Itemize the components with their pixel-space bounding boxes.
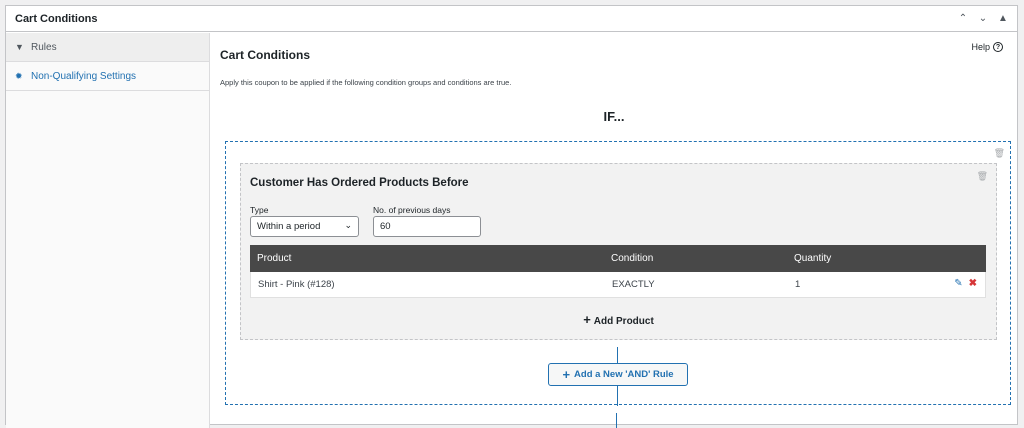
days-label: No. of previous days: [373, 205, 451, 215]
previous-days-input[interactable]: 60: [373, 216, 481, 237]
chevron-down-icon: ⌄: [344, 220, 352, 230]
panel-title: Cart Conditions: [15, 12, 98, 25]
help-label: Help: [971, 42, 990, 52]
delete-condition-trash-icon[interactable]: 🗑: [977, 171, 988, 182]
add-and-rule-button[interactable]: + Add a New 'AND' Rule: [548, 363, 688, 386]
type-label: Type: [250, 205, 269, 215]
sidebar-item-rules[interactable]: ▼ Rules: [6, 33, 209, 62]
help-link[interactable]: Help ?: [971, 42, 1003, 52]
table-header: Product Condition Quantity: [250, 245, 986, 272]
delete-group-trash-icon[interactable]: 🗑: [994, 148, 1005, 159]
sidebar-item-non-qualifying-settings[interactable]: ✹ Non-Qualifying Settings: [6, 62, 209, 91]
plus-icon: +: [583, 312, 591, 327]
products-table: Product Condition Quantity Shirt - Pink …: [250, 245, 986, 298]
sidebar-item-label: Non-Qualifying Settings: [31, 70, 137, 82]
type-select-value: Within a period: [257, 221, 321, 232]
condition-title: Customer Has Ordered Products Before: [250, 177, 469, 189]
panel-header: Cart Conditions ⌃ ⌄ ▲: [6, 6, 1017, 32]
filter-icon: ▼: [15, 42, 24, 52]
cell-condition: EXACTLY: [612, 279, 655, 290]
plus-icon: +: [562, 367, 571, 382]
add-and-rule-label: Add a New 'AND' Rule: [574, 369, 674, 380]
col-quantity: Quantity: [794, 253, 832, 264]
description: Apply this coupon to be applied if the f…: [220, 78, 512, 87]
sidebar-item-label: Rules: [31, 41, 57, 53]
question-circle-icon: ?: [993, 42, 1003, 52]
col-product: Product: [257, 253, 292, 264]
gear-icon: ✹: [15, 70, 23, 81]
table-row: Shirt - Pink (#128) EXACTLY 1 ✎ ✖: [250, 272, 986, 298]
cell-quantity: 1: [795, 279, 801, 290]
remove-x-icon[interactable]: ✖: [969, 278, 977, 289]
add-product-button[interactable]: + Add Product: [241, 312, 996, 327]
previous-days-value: 60: [380, 221, 391, 232]
row-actions: ✎ ✖: [954, 278, 977, 289]
move-up-icon[interactable]: ⌃: [957, 12, 969, 26]
connector-line: [617, 347, 618, 363]
condition-card: 🗑 Customer Has Ordered Products Before T…: [240, 163, 997, 340]
connector-line: [616, 413, 617, 428]
main-content: Cart Conditions Help ? Apply this coupon…: [211, 33, 1017, 428]
move-down-icon[interactable]: ⌄: [977, 12, 989, 26]
cart-conditions-panel: Cart Conditions ⌃ ⌄ ▲ ▼ Rules ✹ Non-Qual…: [5, 5, 1018, 428]
panel-controls: ⌃ ⌄ ▲: [957, 12, 1009, 26]
add-product-label: Add Product: [593, 316, 654, 327]
if-label: IF...: [603, 109, 625, 124]
edit-pencil-icon[interactable]: ✎: [954, 278, 962, 289]
type-select[interactable]: Within a period ⌄: [250, 216, 359, 237]
sidebar: ▼ Rules ✹ Non-Qualifying Settings: [6, 33, 210, 428]
connector-line: [617, 386, 618, 406]
collapse-icon[interactable]: ▲: [997, 12, 1009, 26]
condition-group: 🗑 🗑 Customer Has Ordered Products Before…: [225, 141, 1011, 406]
cell-product: Shirt - Pink (#128): [258, 279, 335, 290]
page-title: Cart Conditions: [220, 48, 310, 62]
col-condition: Condition: [611, 253, 654, 264]
